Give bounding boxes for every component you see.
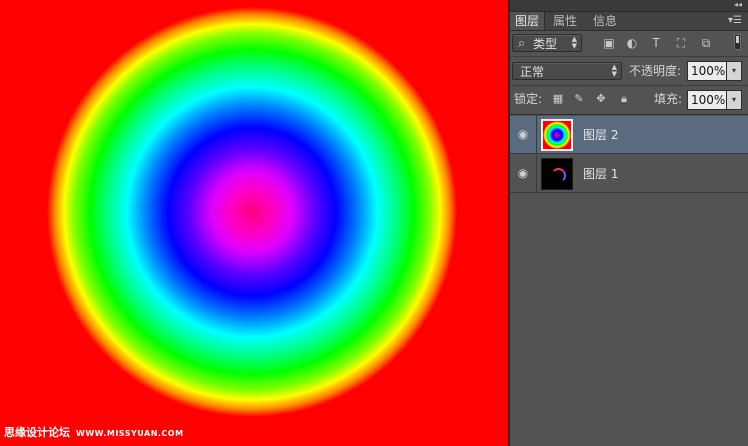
tab-info[interactable]: 信息 bbox=[588, 12, 622, 30]
layer-row-2[interactable]: ◉ 图层 2 bbox=[510, 116, 748, 154]
filter-toggle-switch[interactable] bbox=[734, 34, 741, 50]
layer-name[interactable]: 图层 1 bbox=[583, 155, 618, 193]
panel-tabs: 图层 属性 信息 ▾☰ bbox=[510, 12, 748, 31]
opacity-dropdown-button[interactable]: ▾ bbox=[726, 61, 742, 81]
tab-layers[interactable]: 图层 bbox=[510, 12, 546, 30]
layer-row-1[interactable]: ◉ 图层 1 bbox=[510, 155, 748, 193]
filter-type-dropdown[interactable]: ⌕ 类型 ▲ ▼ bbox=[512, 34, 582, 52]
watermark-text: 思缘设计论坛 bbox=[4, 426, 70, 439]
smart-object-filter-icon[interactable]: ⧉ bbox=[698, 35, 714, 51]
layer-name[interactable]: 图层 2 bbox=[583, 116, 618, 154]
divider bbox=[510, 56, 748, 57]
image-filter-icon[interactable]: ▣ bbox=[601, 35, 617, 51]
lock-label: 锁定: bbox=[514, 92, 543, 106]
blend-mode-value: 正常 bbox=[520, 65, 545, 79]
layers-panel: ◂◂ 图层 属性 信息 ▾☰ ⌕ 类型 ▲ ▼ ▣ ◐ T ⛶ ⧉ 正常 ▲ ▼ 不… bbox=[510, 0, 748, 446]
fill-label: 填充: bbox=[654, 92, 683, 106]
panel-title-bar: ◂◂ bbox=[510, 0, 748, 12]
document-canvas[interactable] bbox=[0, 0, 508, 446]
lock-paint-icon[interactable]: ✎ bbox=[572, 92, 586, 106]
filter-type-value: 类型 bbox=[533, 37, 558, 51]
divider bbox=[510, 114, 748, 115]
search-icon: ⌕ bbox=[518, 36, 526, 51]
chevron-updown-icon: ▲ ▼ bbox=[611, 63, 617, 78]
lock-all-icon[interactable]: 🔒︎ bbox=[617, 92, 631, 106]
fill-dropdown-button[interactable]: ▾ bbox=[726, 90, 742, 110]
divider bbox=[510, 85, 748, 86]
lock-transparent-icon[interactable]: ▦ bbox=[551, 92, 565, 106]
tab-properties[interactable]: 属性 bbox=[548, 12, 582, 30]
lock-move-icon[interactable]: ✥ bbox=[594, 92, 608, 106]
chevron-updown-icon: ▲ ▼ bbox=[571, 35, 577, 50]
double-chevron-left-icon[interactable]: ◂◂ bbox=[734, 0, 742, 10]
panel-menu-icon[interactable]: ▾☰ bbox=[728, 15, 742, 27]
watermark: 思缘设计论坛 WWW.MISSYUAN.COM bbox=[4, 424, 184, 440]
eye-icon[interactable]: ◉ bbox=[510, 116, 537, 153]
opacity-label: 不透明度: bbox=[629, 64, 682, 78]
layer-thumbnail bbox=[541, 119, 573, 151]
watermark-url: WWW.MISSYUAN.COM bbox=[76, 429, 184, 438]
layer-thumbnail bbox=[541, 158, 573, 190]
adjustment-filter-icon[interactable]: ◐ bbox=[624, 35, 640, 51]
text-filter-icon[interactable]: T bbox=[648, 35, 664, 51]
blend-mode-dropdown[interactable]: 正常 ▲ ▼ bbox=[512, 62, 622, 80]
shape-filter-icon[interactable]: ⛶ bbox=[673, 35, 689, 51]
eye-icon[interactable]: ◉ bbox=[510, 155, 537, 192]
